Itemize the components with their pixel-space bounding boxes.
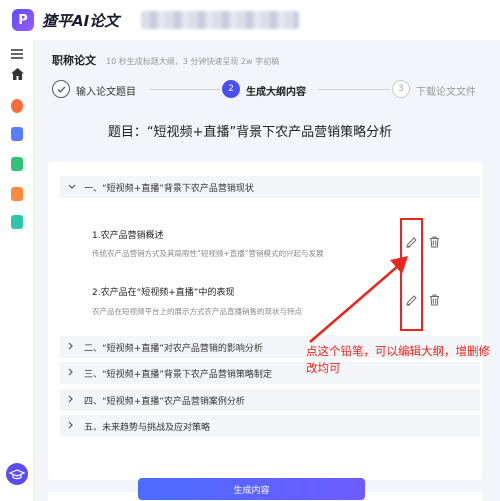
outline-section[interactable]: 五、未来趋势与挑战及应对策略 (60, 415, 480, 437)
chevron-right-icon[interactable] (68, 368, 80, 378)
paper-icon[interactable] (9, 214, 25, 230)
progress-steps: 输入论文题目 2 生成大纲内容 3 下载论文文件 (52, 80, 492, 100)
chevron-down-icon[interactable] (68, 183, 80, 192)
section-label: 一、“短视频+直播”背景下农产品营销现状 (84, 183, 254, 194)
chevron-right-icon[interactable] (68, 342, 80, 352)
generate-button[interactable]: 生成内容 (138, 478, 365, 500)
section-label: 三、“短视频+直播”背景下农产品营销策略制定 (84, 369, 272, 380)
fire-icon[interactable] (9, 98, 25, 114)
blurred-info (141, 11, 300, 29)
home-icon[interactable] (9, 66, 25, 82)
step-1-check-icon (52, 80, 70, 98)
section-label: 二、“短视频+直播”对农产品营销的影响分析 (84, 343, 263, 354)
subsection-desc: 传统农产品营销方式及其局限性“短视频+直播”营销模式的兴起与发展 (92, 249, 324, 258)
graduation-cap-icon[interactable] (6, 463, 28, 485)
report-icon[interactable] (9, 186, 25, 202)
app-name: 猹平AI论文 (42, 11, 120, 30)
trash-icon[interactable] (427, 293, 441, 307)
logo-icon: P (12, 9, 34, 31)
book-icon[interactable] (9, 156, 25, 172)
step-2-label: 生成大纲内容 (246, 87, 306, 98)
page-title: 职称论文 (52, 54, 96, 67)
annotation-text: 点这个铅笔，可以编辑大纲，增删修改均可 (306, 344, 490, 375)
step-divider (318, 89, 390, 90)
subsection-desc: 农产品在短视频平台上的展示方式农产品直播销售的现状与特点 (92, 307, 302, 316)
page-subtitle: 10 秒生成标题大纲，3 分钟快速呈现 2w 字初稿 (106, 57, 280, 66)
outline-section[interactable]: 一、“短视频+直播”背景下农产品营销现状 (60, 176, 480, 198)
outline-section[interactable]: 四、“短视频+直播”农产品营销案例分析 (60, 389, 480, 411)
subsection-title: 1.农产品营销概述 (92, 231, 164, 241)
left-rail (0, 40, 34, 501)
top-bar: P 猹平AI论文 (0, 0, 500, 40)
trash-icon[interactable] (427, 235, 441, 249)
step-3-circle: 3 (392, 80, 410, 98)
subsection-title: 2.农产品在“短视频+直播”中的表现 (92, 288, 235, 298)
section-label: 五、未来趋势与挑战及应对策略 (84, 422, 211, 433)
step-1-label: 输入论文题目 (76, 87, 136, 98)
page-header: 职称论文 10 秒生成标题大纲，3 分钟快速呈现 2w 字初稿 (52, 52, 279, 68)
paper-title: 题目：“短视频+直播”背景下农产品营销策略分析 (107, 125, 393, 140)
step-divider (150, 89, 220, 90)
section-label: 四、“短视频+直播”农产品营销案例分析 (84, 396, 245, 407)
step-2-circle: 2 (222, 80, 240, 98)
chevron-right-icon[interactable] (68, 395, 80, 405)
annotation-arrow (309, 256, 408, 343)
menu-icon[interactable] (9, 46, 25, 62)
chevron-right-icon[interactable] (68, 421, 80, 431)
step-3-label: 下载论文文件 (416, 87, 476, 98)
